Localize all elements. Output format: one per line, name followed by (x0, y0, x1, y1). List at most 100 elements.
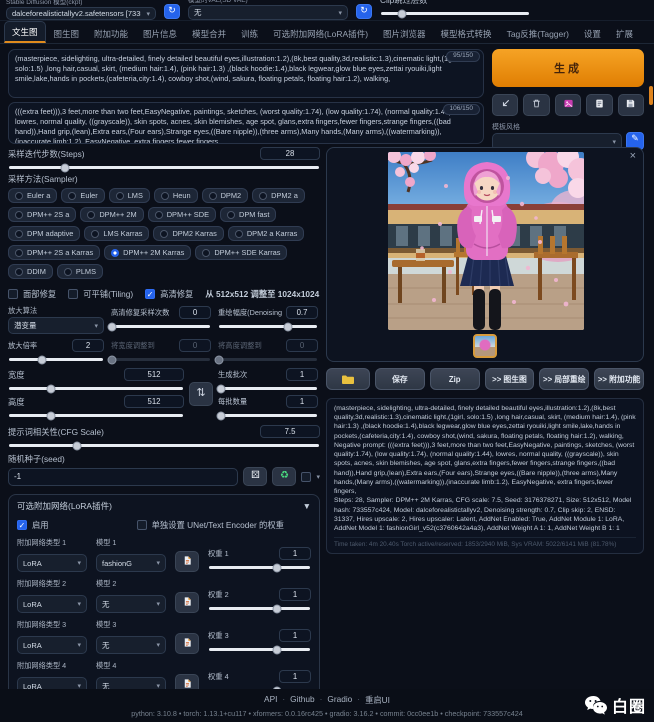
upscaler-select[interactable]: 潜变量 ▾ (8, 317, 104, 334)
sampler-option-dpm2-a-karras[interactable]: DPM2 a Karras (228, 226, 305, 241)
sampler-option-plms[interactable]: PLMS (57, 264, 103, 279)
sampler-option-euler[interactable]: Euler (61, 188, 104, 203)
slider-track[interactable] (9, 444, 319, 447)
slider-handle[interactable] (272, 645, 281, 654)
tab-additional-networks[interactable]: 可选附加网络(LoRA插件) (266, 24, 375, 43)
gradio-link[interactable]: Gradio (327, 694, 352, 706)
tab-image-browser[interactable]: 图片浏览器 (376, 24, 433, 43)
slider-handle[interactable] (37, 355, 46, 364)
slider-handle[interactable] (108, 322, 117, 331)
batch-size-slider[interactable]: 每批数量1 (218, 395, 318, 417)
clear-prompts-button[interactable] (523, 94, 549, 116)
lora-weight-value[interactable]: 1 (279, 670, 311, 683)
lora-weight-value[interactable]: 1 (279, 547, 311, 560)
restart-ui-link[interactable]: 重启UI (365, 694, 390, 706)
sampler-option-dpm2-a[interactable]: DPM2 a (252, 188, 305, 203)
sampler-option-dpm2-karras[interactable]: DPM2 Karras (153, 226, 223, 241)
lora-weight-value[interactable]: 1 (279, 629, 311, 642)
slider-track[interactable] (112, 325, 210, 328)
tab-train[interactable]: 训练 (234, 24, 265, 43)
tab-extras[interactable]: 附加功能 (87, 24, 135, 43)
sampler-option-dpm-2s-a[interactable]: DPM++ 2S a (8, 207, 76, 222)
slider-track[interactable] (209, 607, 310, 610)
width-slider[interactable]: 宽度512 (8, 368, 184, 390)
height-slider[interactable]: 高度512 (8, 395, 184, 417)
sampler-option-dpm2[interactable]: DPM2 (202, 188, 249, 203)
slider-track[interactable] (219, 387, 317, 390)
slider-track[interactable] (219, 325, 317, 328)
restore-faces-checkbox[interactable]: 面部修复 (8, 288, 56, 300)
tab-checkpoint-merger[interactable]: 模型合并 (185, 24, 233, 43)
steps-slider[interactable]: 采样迭代步数(Steps)28 (8, 147, 320, 169)
gallery-thumbnail[interactable] (473, 334, 497, 358)
sampler-option-dpm-adaptive[interactable]: DPM adaptive (8, 226, 80, 241)
slider-value-input[interactable]: 0 (179, 306, 211, 319)
slider-handle[interactable] (272, 604, 281, 613)
positive-prompt-input[interactable]: (masterpiece, sidelighting, ultra-detail… (8, 49, 484, 98)
lora-model-file-button[interactable] (175, 592, 199, 613)
save-style-button[interactable] (618, 94, 644, 116)
seed-extra-checkbox[interactable] (301, 472, 311, 482)
slider-handle[interactable] (46, 384, 55, 393)
slider-handle[interactable] (216, 384, 225, 393)
tab-img2img[interactable]: 图生图 (47, 24, 87, 43)
slider-track[interactable] (9, 358, 103, 361)
negative-prompt-input[interactable]: (((extra feet))),3 feet,more than two fe… (8, 102, 484, 144)
api-link[interactable]: API (264, 694, 277, 706)
lora-model-file-button[interactable] (175, 551, 199, 572)
tab-txt2img[interactable]: 文生图 (4, 21, 46, 43)
sampler-option-dpm-sde-karras[interactable]: DPM++ SDE Karras (195, 245, 287, 260)
slider-track[interactable] (9, 387, 183, 390)
hires-fix-checkbox[interactable]: ✓高清修复 (145, 288, 193, 300)
cfg-scale-slider[interactable]: 提示词相关性(CFG Scale)7.5 (8, 425, 320, 447)
slider-track[interactable] (219, 414, 317, 417)
github-link[interactable]: Github (290, 694, 314, 706)
slider-handle[interactable] (283, 322, 292, 331)
slider-handle[interactable] (216, 411, 225, 420)
batch-count-slider[interactable]: 生成批次1 (218, 368, 318, 390)
sampler-option-lms-karras[interactable]: LMS Karras (84, 226, 149, 241)
sampler-option-dpm-sde[interactable]: DPM++ SDE (148, 207, 216, 222)
sampler-option-dpm-fast[interactable]: DPM fast (220, 207, 276, 222)
close-icon[interactable]: × (630, 150, 636, 162)
slider-handle[interactable] (397, 9, 406, 18)
slider-handle[interactable] (46, 411, 55, 420)
slider-track[interactable] (9, 166, 319, 169)
lora-model-select[interactable]: fashionG▾ (96, 554, 166, 572)
extra-networks-button[interactable] (555, 94, 581, 116)
tab-png-info[interactable]: 图片信息 (136, 24, 184, 43)
lora-enable-checkbox[interactable]: ✓启用 (17, 519, 49, 531)
slider-track[interactable] (209, 566, 310, 569)
random-seed-dice-icon[interactable]: ⚄ (243, 467, 267, 486)
lora-weight-value[interactable]: 1 (279, 588, 311, 601)
clip-skip-slider[interactable]: Clip跳过层数 (380, 0, 530, 18)
sampler-option-dpm-2m[interactable]: DPM++ 2M (80, 207, 143, 222)
slider-value-input[interactable]: 2 (72, 339, 104, 352)
hires-steps-slider[interactable]: 高清修复采样次数0 (111, 306, 211, 334)
lora-model-file-button[interactable] (175, 633, 199, 654)
slider-value-input[interactable]: 512 (124, 395, 184, 408)
slider-track[interactable] (9, 414, 183, 417)
read-params-button[interactable] (492, 94, 518, 116)
slider-value-input[interactable]: 7.5 (260, 425, 320, 438)
collapse-accordion-icon[interactable]: ▼ (303, 501, 311, 511)
generate-button[interactable]: 生成 (492, 49, 644, 87)
open-folder-button[interactable] (326, 368, 370, 390)
send-to-extras-button[interactable]: >> 附加功能 (594, 368, 644, 390)
sampler-option-ddim[interactable]: DDIM (8, 264, 53, 279)
scrollbar-thumb[interactable] (649, 86, 653, 105)
refresh-vae-icon[interactable]: ↻ (356, 4, 372, 19)
tab-tagger[interactable]: Tag反推(Tagger) (500, 24, 576, 43)
lora-type-select[interactable]: LoRA▾ (17, 636, 87, 654)
vae-select[interactable]: 无 ▾ (188, 5, 348, 20)
apply-style-button[interactable] (586, 94, 612, 116)
slider-value-input[interactable]: 512 (124, 368, 184, 381)
lora-model-select[interactable]: 无▾ (96, 636, 166, 654)
slider-value-input[interactable]: 28 (260, 147, 320, 160)
lora-weight-slider[interactable]: 权重 31 (208, 629, 311, 654)
lora-type-select[interactable]: LoRA▾ (17, 595, 87, 613)
slider-track[interactable] (209, 648, 310, 651)
sampler-option-euler-a[interactable]: Euler a (8, 188, 57, 203)
lora-type-select[interactable]: LoRA▾ (17, 554, 87, 572)
tab-model-converter[interactable]: 模型格式转换 (434, 24, 499, 43)
